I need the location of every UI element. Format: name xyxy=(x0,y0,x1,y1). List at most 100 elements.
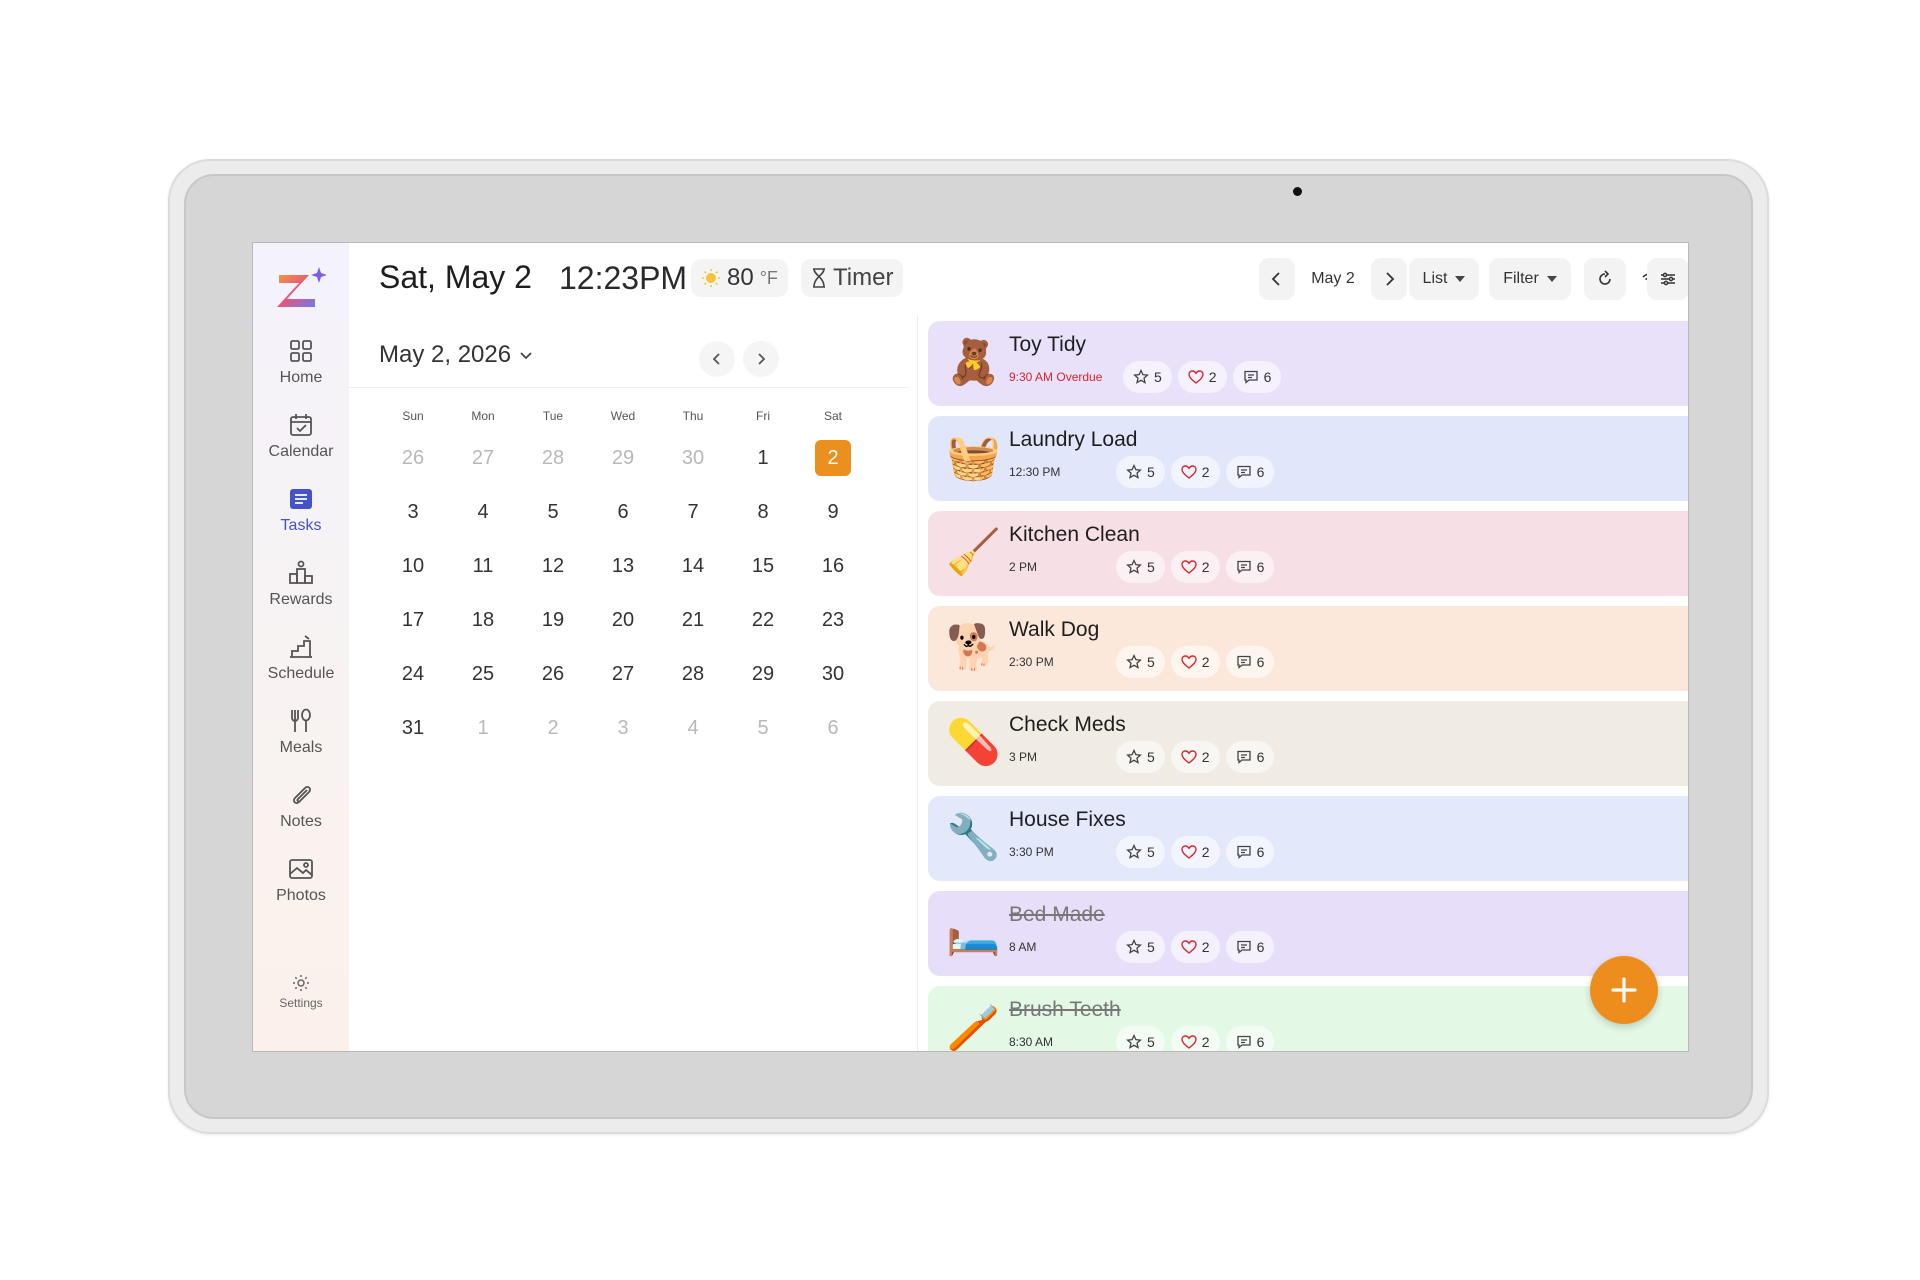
calendar-day[interactable]: 12 xyxy=(518,539,588,593)
calendar-day[interactable]: 24 xyxy=(378,647,448,701)
calendar-day[interactable]: 6 xyxy=(798,701,868,755)
task-card[interactable]: 🛏️ Bed Made 8 AM 5 2 6 xyxy=(928,891,1688,976)
calendar-day[interactable]: 26 xyxy=(378,431,448,485)
stars-chip[interactable]: 5 xyxy=(1116,646,1165,678)
comments-chip[interactable]: 6 xyxy=(1225,646,1275,678)
hearts-chip[interactable]: 2 xyxy=(1170,551,1220,583)
calendar-day[interactable]: 1 xyxy=(728,431,798,485)
task-card[interactable]: 💊 Check Meds 3 PM 5 2 6 xyxy=(928,701,1688,786)
calendar-prev-month-button[interactable] xyxy=(699,341,735,377)
weather-widget[interactable]: 80 °F xyxy=(691,259,788,297)
hearts-chip[interactable]: 2 xyxy=(1170,456,1220,488)
hearts-chip[interactable]: 2 xyxy=(1170,741,1220,773)
calendar-day[interactable]: 27 xyxy=(588,647,658,701)
sidebar-item-calendar[interactable]: Calendar xyxy=(259,403,343,469)
calendar-day[interactable]: 28 xyxy=(518,431,588,485)
stars-chip[interactable]: 5 xyxy=(1116,456,1165,488)
hearts-chip[interactable]: 2 xyxy=(1170,646,1220,678)
calendar-day[interactable]: 2 xyxy=(798,431,868,485)
calendar-day[interactable]: 9 xyxy=(798,485,868,539)
comments-chip[interactable]: 6 xyxy=(1225,931,1275,963)
calendar-day[interactable]: 4 xyxy=(448,485,518,539)
stars-chip[interactable]: 5 xyxy=(1116,931,1165,963)
settings-sliders-button[interactable] xyxy=(1647,258,1688,300)
calendar-day[interactable]: 28 xyxy=(658,647,728,701)
comments-chip[interactable]: 6 xyxy=(1225,741,1275,773)
hearts-chip[interactable]: 2 xyxy=(1170,931,1220,963)
calendar-day[interactable]: 23 xyxy=(798,593,868,647)
hearts-chip[interactable]: 2 xyxy=(1170,1026,1220,1051)
calendar-day[interactable]: 21 xyxy=(658,593,728,647)
calendar-day[interactable]: 25 xyxy=(448,647,518,701)
calendar-day[interactable]: 3 xyxy=(378,485,448,539)
sidebar-item-schedule[interactable]: Schedule xyxy=(259,625,343,691)
task-card[interactable]: 🧹 Kitchen Clean 2 PM 5 2 6 xyxy=(928,511,1688,596)
calendar-day[interactable]: 7 xyxy=(658,485,728,539)
hearts-chip[interactable]: 2 xyxy=(1170,836,1220,868)
calendar-day[interactable]: 13 xyxy=(588,539,658,593)
stars-chip[interactable]: 5 xyxy=(1116,741,1165,773)
calendar-day[interactable]: 2 xyxy=(518,701,588,755)
calendar-day[interactable]: 4 xyxy=(658,701,728,755)
calendar-day[interactable]: 26 xyxy=(518,647,588,701)
calendar-day[interactable]: 16 xyxy=(798,539,868,593)
calendar-day[interactable]: 3 xyxy=(588,701,658,755)
calendar-day[interactable]: 1 xyxy=(448,701,518,755)
comments-chip[interactable]: 6 xyxy=(1225,1026,1275,1051)
stars-chip[interactable]: 5 xyxy=(1116,836,1165,868)
current-day-label[interactable]: May 2 xyxy=(1297,258,1369,300)
sidebar-item-settings[interactable]: Settings xyxy=(259,973,343,1023)
comments-chip[interactable]: 6 xyxy=(1225,836,1275,868)
comments-chip[interactable]: 6 xyxy=(1225,456,1275,488)
calendar-day[interactable]: 10 xyxy=(378,539,448,593)
stars-chip[interactable]: 5 xyxy=(1123,361,1172,393)
calendar-month-selector[interactable]: May 2, 2026 xyxy=(379,341,533,369)
task-card[interactable]: 🔧 House Fixes 3:30 PM 5 2 6 xyxy=(928,796,1688,881)
calendar-day[interactable]: 30 xyxy=(658,431,728,485)
hearts-chip[interactable]: 2 xyxy=(1177,361,1227,393)
calendar-week-row: 17 18 19 20 21 22 23 xyxy=(378,593,868,647)
comments-chip[interactable]: 6 xyxy=(1225,551,1275,583)
calendar-day[interactable]: 29 xyxy=(728,647,798,701)
prev-day-button[interactable] xyxy=(1259,258,1295,300)
sidebar-item-rewards[interactable]: Rewards xyxy=(259,551,343,617)
filter-dropdown[interactable]: Filter xyxy=(1489,258,1571,300)
comments-chip[interactable]: 6 xyxy=(1232,361,1282,393)
timer-button[interactable]: Timer xyxy=(801,259,904,297)
comment-icon xyxy=(1236,845,1251,859)
calendar-day[interactable]: 6 xyxy=(588,485,658,539)
calendar-day[interactable]: 22 xyxy=(728,593,798,647)
sliders-icon xyxy=(1661,272,1675,286)
task-card[interactable]: 🧸 Toy Tidy 9:30 AM Overdue 5 2 6 xyxy=(928,321,1688,406)
view-mode-dropdown[interactable]: List xyxy=(1409,258,1479,300)
stars-chip[interactable]: 5 xyxy=(1116,1026,1165,1051)
calendar-day[interactable]: 17 xyxy=(378,593,448,647)
calendar-day[interactable]: 30 xyxy=(798,647,868,701)
stars-chip[interactable]: 5 xyxy=(1116,551,1165,583)
task-card[interactable]: 🧺 Laundry Load 12:30 PM 5 2 6 xyxy=(928,416,1688,501)
add-task-button[interactable] xyxy=(1590,956,1658,1024)
task-card[interactable]: 🪥 Brush Teeth 8:30 AM 5 2 6 xyxy=(928,986,1688,1051)
calendar-day[interactable]: 8 xyxy=(728,485,798,539)
calendar-day[interactable]: 14 xyxy=(658,539,728,593)
sidebar-item-notes[interactable]: Notes xyxy=(259,773,343,839)
calendar-day[interactable]: 5 xyxy=(518,485,588,539)
calendar-day[interactable]: 31 xyxy=(378,701,448,755)
calendar-day[interactable]: 27 xyxy=(448,431,518,485)
calendar-day[interactable]: 20 xyxy=(588,593,658,647)
next-day-button[interactable] xyxy=(1371,258,1407,300)
sidebar-item-photos[interactable]: Photos xyxy=(259,847,343,913)
refresh-button[interactable] xyxy=(1584,258,1626,300)
calendar-day[interactable]: 18 xyxy=(448,593,518,647)
calendar-day[interactable]: 15 xyxy=(728,539,798,593)
calendar-day[interactable]: 5 xyxy=(728,701,798,755)
sidebar-item-home[interactable]: Home xyxy=(259,329,343,395)
task-emoji-icon: 🐕 xyxy=(946,623,1001,672)
sidebar-item-tasks[interactable]: Tasks xyxy=(259,477,343,543)
calendar-day[interactable]: 11 xyxy=(448,539,518,593)
calendar-next-month-button[interactable] xyxy=(743,341,779,377)
sidebar-item-meals[interactable]: Meals xyxy=(259,699,343,765)
calendar-day[interactable]: 19 xyxy=(518,593,588,647)
calendar-day[interactable]: 29 xyxy=(588,431,658,485)
task-card[interactable]: 🐕 Walk Dog 2:30 PM 5 2 6 xyxy=(928,606,1688,691)
